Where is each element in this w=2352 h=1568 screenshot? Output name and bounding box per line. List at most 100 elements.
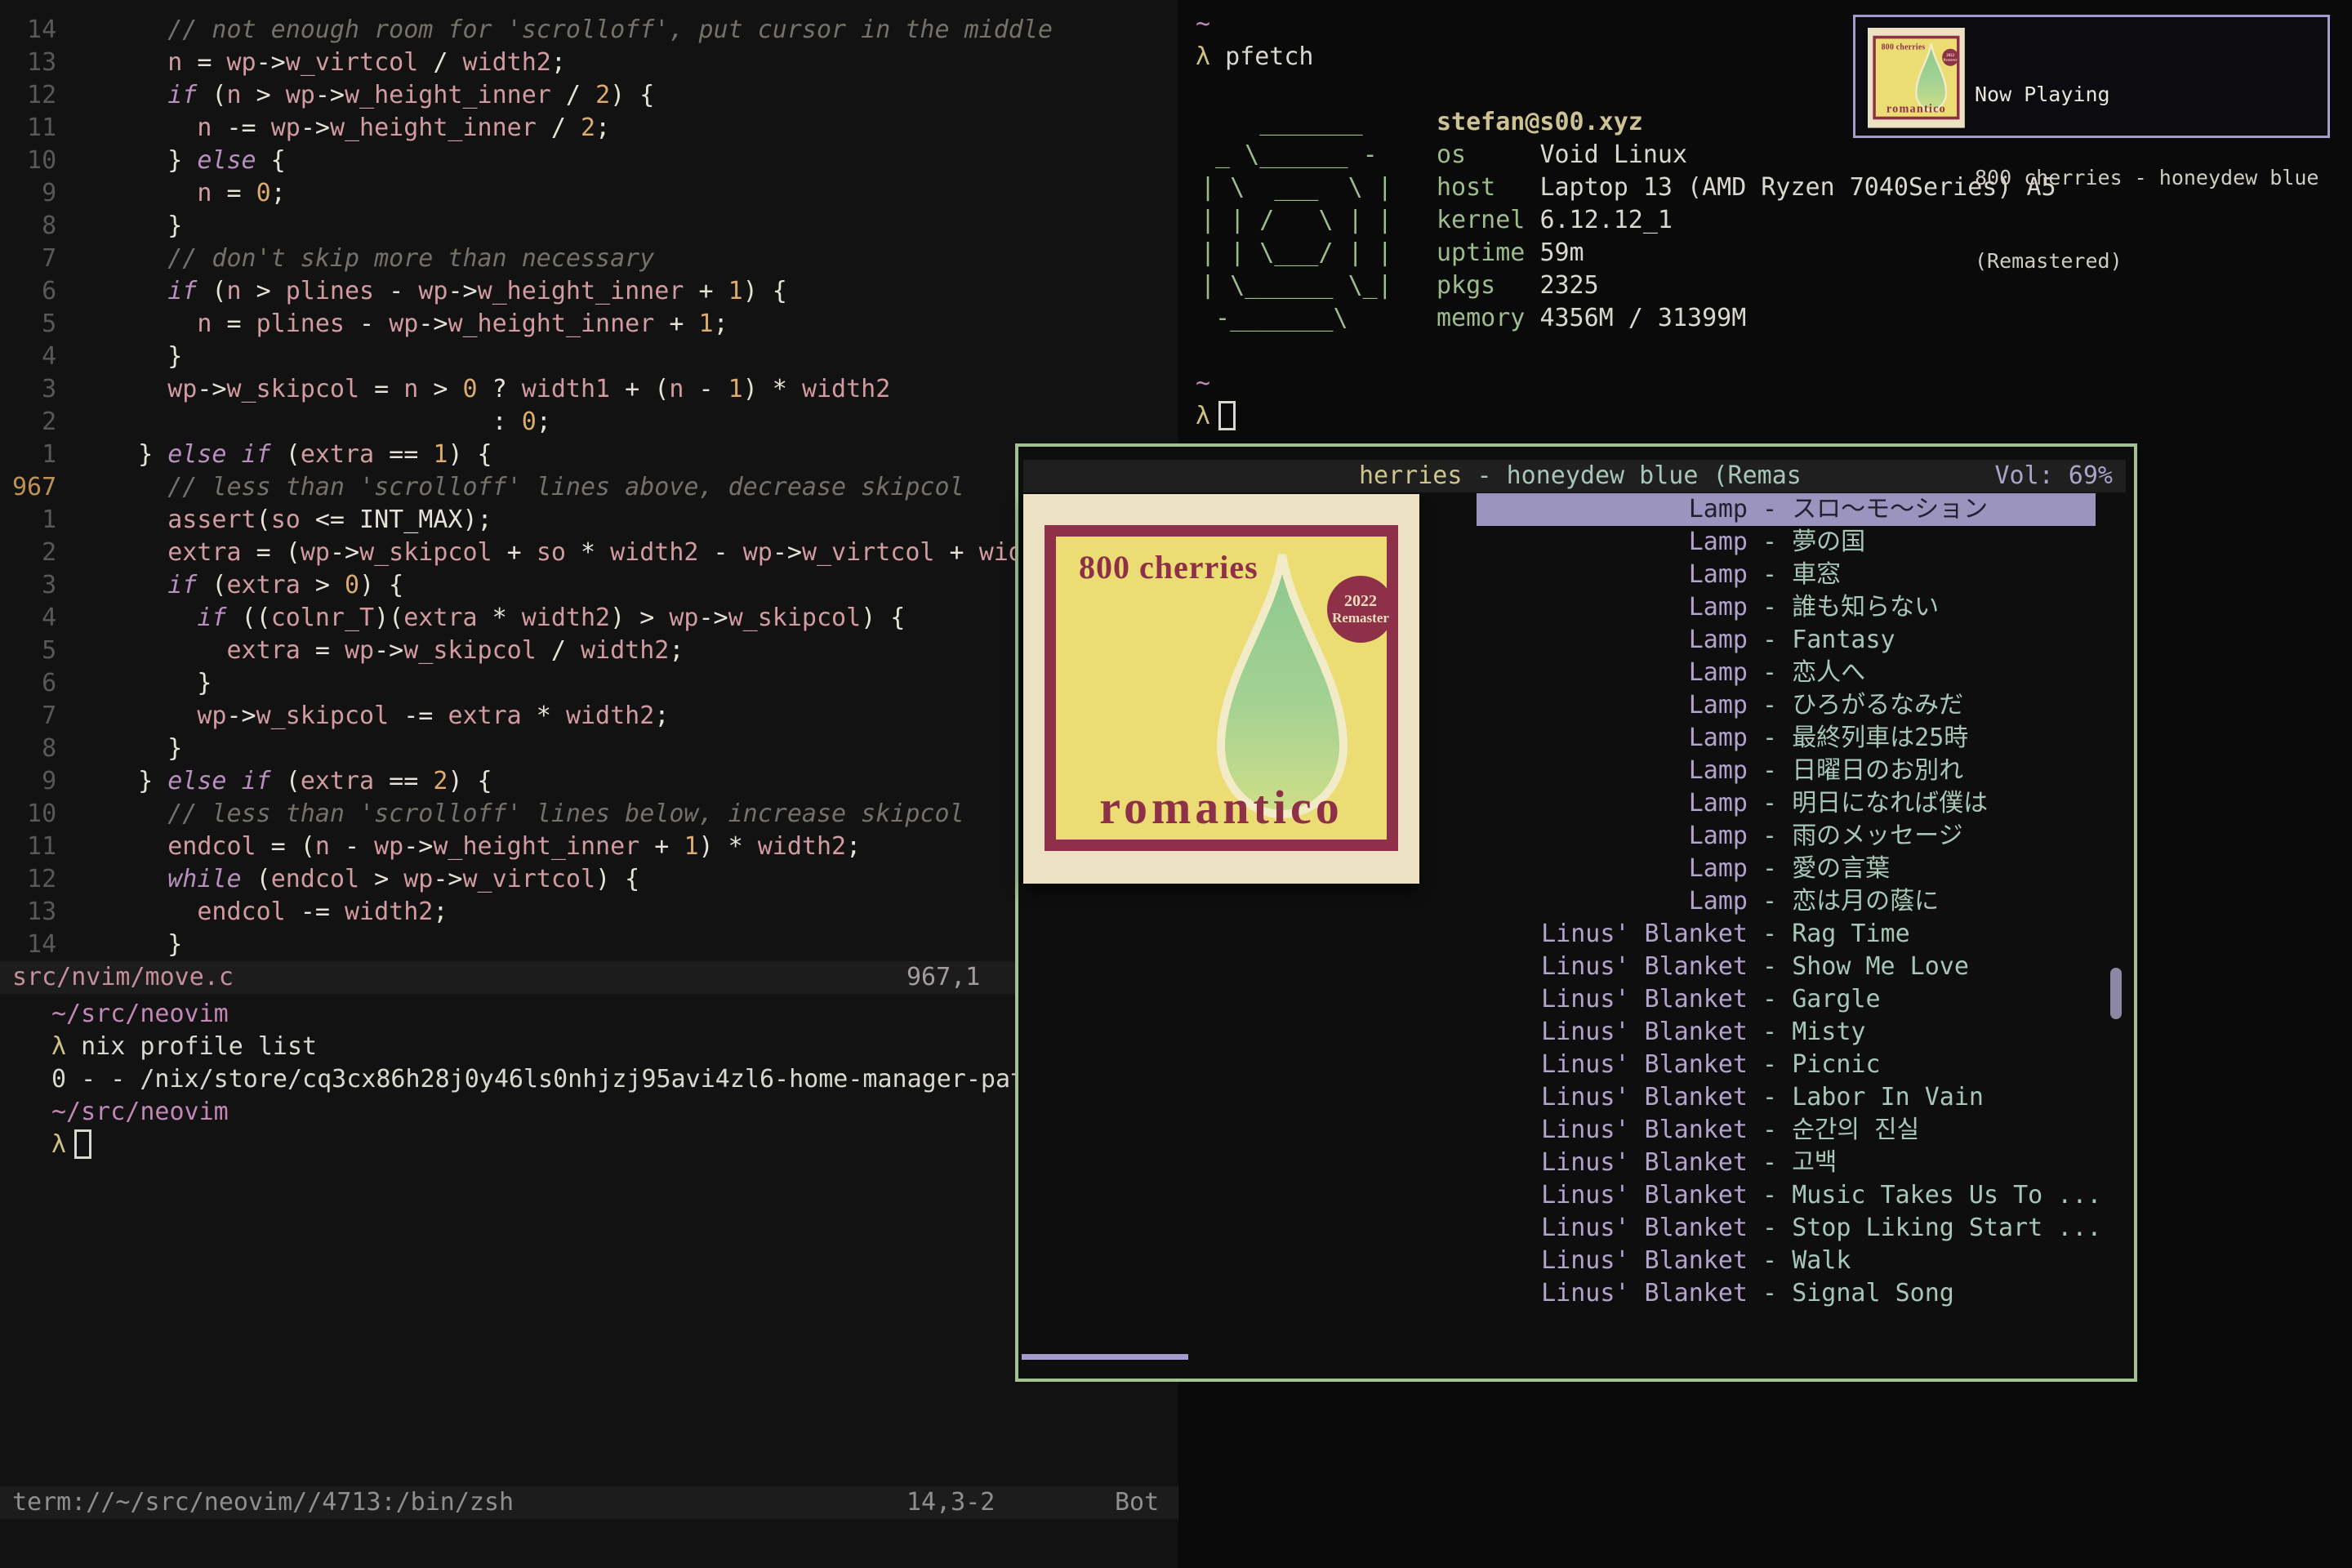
- code-line[interactable]: 9 } else if (extra == 2) {: [0, 765, 1178, 798]
- track-row[interactable]: Linus' Blanket - Show Me Love: [1018, 951, 2134, 983]
- pfetch-row: host Laptop 13 (AMD Ryzen 7040Series) A5: [1437, 172, 2056, 204]
- track-title: 明日になれば僕は: [1792, 789, 1988, 817]
- code-buffer[interactable]: 14 // not enough room for 'scrolloff', p…: [0, 14, 1178, 961]
- track-artist: Linus' Blanket: [1018, 951, 1748, 983]
- track-row[interactable]: Lamp - 明日になれば僕は: [1018, 787, 2134, 820]
- track-row[interactable]: Lamp - 日曜日のお別れ: [1018, 755, 2134, 787]
- line-number: 11: [12, 112, 69, 145]
- code-line[interactable]: 9 n = 0;: [0, 177, 1178, 210]
- code-line[interactable]: 13 endcol -= width2;: [0, 896, 1178, 929]
- track-title: Walk: [1792, 1246, 1851, 1275]
- track-row[interactable]: Lamp - 夢の国: [1018, 526, 2134, 559]
- track-row[interactable]: Linus' Blanket - Picnic: [1018, 1049, 2134, 1081]
- track-row[interactable]: Lamp - 誰も知らない: [1018, 591, 2134, 624]
- track-row[interactable]: Linus' Blanket - 고백: [1018, 1147, 2134, 1179]
- line-number: 967: [12, 471, 69, 504]
- track-row[interactable]: Lamp - ひろがるなみだ: [1018, 689, 2134, 722]
- track-row[interactable]: Linus' Blanket - Labor In Vain: [1018, 1081, 2134, 1114]
- lambda-prompt-icon: λ: [1196, 402, 1210, 430]
- track-row[interactable]: Lamp - スロ〜モ〜ション: [1018, 493, 2134, 526]
- vim-statusline: src/nvim/move.c 967,1: [0, 961, 1178, 994]
- track-artist: Linus' Blanket: [1018, 1212, 1748, 1245]
- code-line[interactable]: 967 // less than 'scrolloff' lines above…: [0, 471, 1178, 504]
- track-artist: Lamp: [1018, 885, 1748, 918]
- code-line[interactable]: 6 if (n > plines - wp->w_height_inner + …: [0, 275, 1178, 308]
- track-row[interactable]: Lamp - 愛の言葉: [1018, 853, 2134, 885]
- album-title-text: romantico: [1876, 101, 1957, 115]
- vim-terminal-buffer[interactable]: ~/src/neovimλ nix profile list0 - - /nix…: [12, 998, 1040, 1161]
- code-line[interactable]: 4 if ((colnr_T)(extra * width2) > wp->w_…: [0, 602, 1178, 635]
- code-line[interactable]: 1 } else if (extra == 1) {: [0, 439, 1178, 471]
- code-line[interactable]: 12 if (n > wp->w_height_inner / 2) {: [0, 79, 1178, 112]
- track-row[interactable]: Lamp - 恋人へ: [1018, 657, 2134, 689]
- now-playing-notification[interactable]: 800 cherries2022Remasterromantico Now Pl…: [1853, 15, 2330, 138]
- terminal-statusline: term://~/src/neovim//4713:/bin/zsh 14,3-…: [0, 1486, 1178, 1519]
- code-line[interactable]: 3 wp->w_skipcol = n > 0 ? width1 + (n - …: [0, 373, 1178, 406]
- album-frame: 800 cherries2022Remasterromantico: [1873, 36, 1959, 120]
- track-title: Labor In Vain: [1792, 1083, 1984, 1111]
- track-title: Fantasy: [1792, 626, 1895, 654]
- player-title-bar: [Playing] herries - honeydew blue (Remas…: [1023, 460, 2126, 492]
- code-line[interactable]: 14 }: [0, 929, 1178, 961]
- shell-pwd: ~: [1196, 8, 1210, 41]
- line-number: 1: [12, 439, 69, 471]
- track-artist: Lamp: [1018, 624, 1748, 657]
- code-line[interactable]: 2 extra = (wp->w_skipcol + so * width2 -…: [0, 537, 1178, 569]
- code-line[interactable]: 8 }: [0, 210, 1178, 243]
- statusline-ruler: 967,1: [906, 961, 980, 994]
- notification-album-thumbnail: 800 cherries2022Remasterromantico: [1868, 28, 1965, 128]
- neovim-pane[interactable]: 14 // not enough room for 'scrolloff', p…: [0, 0, 1178, 1568]
- track-row[interactable]: Lamp - 雨のメッセージ: [1018, 820, 2134, 853]
- terminal-line: λ: [12, 1129, 1040, 1161]
- code-line[interactable]: 10 // less than 'scrolloff' lines below,…: [0, 798, 1178, 831]
- track-row[interactable]: Lamp - 恋は月の蔭に: [1018, 885, 2134, 918]
- code-line[interactable]: 5 n = plines - wp->w_height_inner + 1;: [0, 308, 1178, 341]
- code-line[interactable]: 7 wp->w_skipcol -= extra * width2;: [0, 700, 1178, 733]
- track-row[interactable]: Linus' Blanket - Gargle: [1018, 983, 2134, 1016]
- desktop: 14 // not enough room for 'scrolloff', p…: [0, 0, 2352, 1568]
- track-row[interactable]: Lamp - Fantasy: [1018, 624, 2134, 657]
- track-row[interactable]: Lamp - 最終列車は25時: [1018, 722, 2134, 755]
- playlist[interactable]: Lamp - スロ〜モ〜ションLamp - 夢の国Lamp - 車窓Lamp -…: [1018, 493, 2134, 1310]
- code-line[interactable]: 12 while (endcol > wp->w_virtcol) {: [0, 863, 1178, 896]
- code-line[interactable]: 10 } else {: [0, 145, 1178, 177]
- code-line[interactable]: 11 endcol = (n - wp->w_height_inner + 1)…: [0, 831, 1178, 863]
- code-line[interactable]: 1 assert(so <= INT_MAX);: [0, 504, 1178, 537]
- code-line[interactable]: 7 // don't skip more than necessary: [0, 243, 1178, 275]
- terminal-scroll-pos: Bot: [1115, 1486, 1159, 1519]
- music-player-window[interactable]: [Playing] herries - honeydew blue (Remas…: [1015, 443, 2137, 1382]
- code-line[interactable]: 6 }: [0, 667, 1178, 700]
- code-line[interactable]: 8 }: [0, 733, 1178, 765]
- shell-prompt-line[interactable]: λ: [1196, 400, 1236, 433]
- track-row[interactable]: Linus' Blanket - Rag Time: [1018, 918, 2134, 951]
- pfetch-info: stefan@s00.xyzos Void Linuxhost Laptop 1…: [1437, 106, 2056, 335]
- track-row[interactable]: Linus' Blanket - Walk: [1018, 1245, 2134, 1277]
- track-row[interactable]: Linus' Blanket - Music Takes Us To ...: [1018, 1179, 2134, 1212]
- track-artist: Linus' Blanket: [1018, 1016, 1748, 1049]
- track-row[interactable]: Linus' Blanket - Stop Liking Start ...: [1018, 1212, 2134, 1245]
- code-line[interactable]: 11 n -= wp->w_height_inner / 2;: [0, 112, 1178, 145]
- track-row[interactable]: Linus' Blanket - Signal Song: [1018, 1277, 2134, 1310]
- code-line[interactable]: 3 if (extra > 0) {: [0, 569, 1178, 602]
- line-number: 13: [12, 47, 69, 79]
- playback-progress-bar[interactable]: [1022, 1354, 1188, 1360]
- code-line[interactable]: 14 // not enough room for 'scrolloff', p…: [0, 14, 1178, 47]
- track-title: スロ〜モ〜ション: [1792, 495, 1988, 523]
- track-title: 車窓: [1792, 560, 1841, 589]
- code-line[interactable]: 2 : 0;: [0, 406, 1178, 439]
- code-line[interactable]: 5 extra = wp->w_skipcol / width2;: [0, 635, 1178, 667]
- line-number: 5: [12, 308, 69, 341]
- track-artist: Lamp: [1018, 722, 1748, 755]
- code-line[interactable]: 13 n = wp->w_virtcol / width2;: [0, 47, 1178, 79]
- track-title: Music Takes Us To ...: [1792, 1181, 2101, 1209]
- code-line[interactable]: 4 }: [0, 341, 1178, 373]
- track-artist: Lamp: [1018, 787, 1748, 820]
- track-row[interactable]: Linus' Blanket - Misty: [1018, 1016, 2134, 1049]
- line-number: 3: [12, 569, 69, 602]
- playlist-scrollbar[interactable]: [2110, 968, 2122, 1019]
- line-number: 11: [12, 831, 69, 863]
- track-row[interactable]: Linus' Blanket - 순간의 진실: [1018, 1114, 2134, 1147]
- track-row[interactable]: Lamp - 車窓: [1018, 559, 2134, 591]
- pfetch-row: kernel 6.12.12_1: [1437, 204, 2056, 237]
- line-number: 12: [12, 863, 69, 896]
